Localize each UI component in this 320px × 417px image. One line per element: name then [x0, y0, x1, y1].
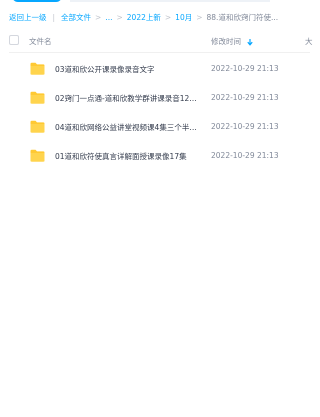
header-divider — [9, 52, 310, 53]
folder-icon — [30, 149, 45, 162]
breadcrumb-item-all-files[interactable]: 全部文件 — [61, 12, 91, 23]
file-name[interactable]: 01道和欣符使真言详解面授课录像17集 — [55, 151, 200, 162]
file-modified-time: 2022-10-29 21:13 — [211, 93, 279, 102]
file-modified-time: 2022-10-29 21:13 — [211, 122, 279, 131]
file-modified-time: 2022-10-29 21:13 — [211, 64, 279, 73]
table-row[interactable]: 03道和欣公开课录像录音文字 2022-10-29 21:13 — [0, 55, 310, 84]
breadcrumb-item-2022[interactable]: 2022上新 — [127, 12, 161, 23]
folder-icon — [30, 91, 45, 104]
breadcrumb-item-ellipsis[interactable]: ... — [105, 13, 112, 22]
column-header-name[interactable]: 文件名 — [29, 36, 52, 47]
select-all-checkbox[interactable] — [9, 35, 19, 45]
file-name[interactable]: 04道和欣网络公益讲堂视频课4集三个半小时 — [55, 122, 200, 133]
top-divider — [70, 0, 270, 2]
table-row[interactable]: 01道和欣符使真言详解面授课录像17集 2022-10-29 21:13 — [0, 142, 310, 171]
chevron-right-icon: > — [164, 12, 172, 22]
table-row[interactable]: 02窍门一点通-道和欣教学群讲课录音12集13... 2022-10-29 21… — [0, 84, 310, 113]
folder-icon — [30, 62, 45, 75]
column-header-size[interactable]: 大 — [305, 36, 313, 47]
chevron-right-icon: > — [116, 12, 123, 22]
sort-descending-icon — [247, 38, 253, 46]
chevron-right-icon: > — [196, 12, 203, 22]
back-link[interactable]: 返回上一级 — [9, 12, 47, 23]
file-name[interactable]: 03道和欣公开课录像录音文字 — [55, 64, 200, 75]
column-header-modified[interactable]: 修改时间 — [211, 36, 254, 47]
breadcrumb-item-current: 88.道和欣窍门符使... — [206, 12, 279, 22]
chevron-right-icon: > — [95, 12, 102, 22]
breadcrumb-item-october[interactable]: 10月 — [175, 12, 192, 23]
breadcrumb: 返回上一级 | 全部文件 > ... > 2022上新 > 10月 > 88.道… — [9, 11, 310, 23]
file-modified-time: 2022-10-29 21:13 — [211, 151, 279, 160]
file-list: 03道和欣公开课录像录音文字 2022-10-29 21:13 02窍门一点通-… — [0, 55, 310, 171]
breadcrumb-divider: | — [52, 12, 56, 22]
column-header-modified-label: 修改时间 — [211, 37, 241, 46]
top-action-button[interactable] — [12, 0, 62, 2]
table-header: 文件名 修改时间 大 — [0, 32, 313, 52]
file-name[interactable]: 02窍门一点通-道和欣教学群讲课录音12集13... — [55, 93, 200, 104]
folder-icon — [30, 120, 45, 133]
table-row[interactable]: 04道和欣网络公益讲堂视频课4集三个半小时 2022-10-29 21:13 — [0, 113, 310, 142]
